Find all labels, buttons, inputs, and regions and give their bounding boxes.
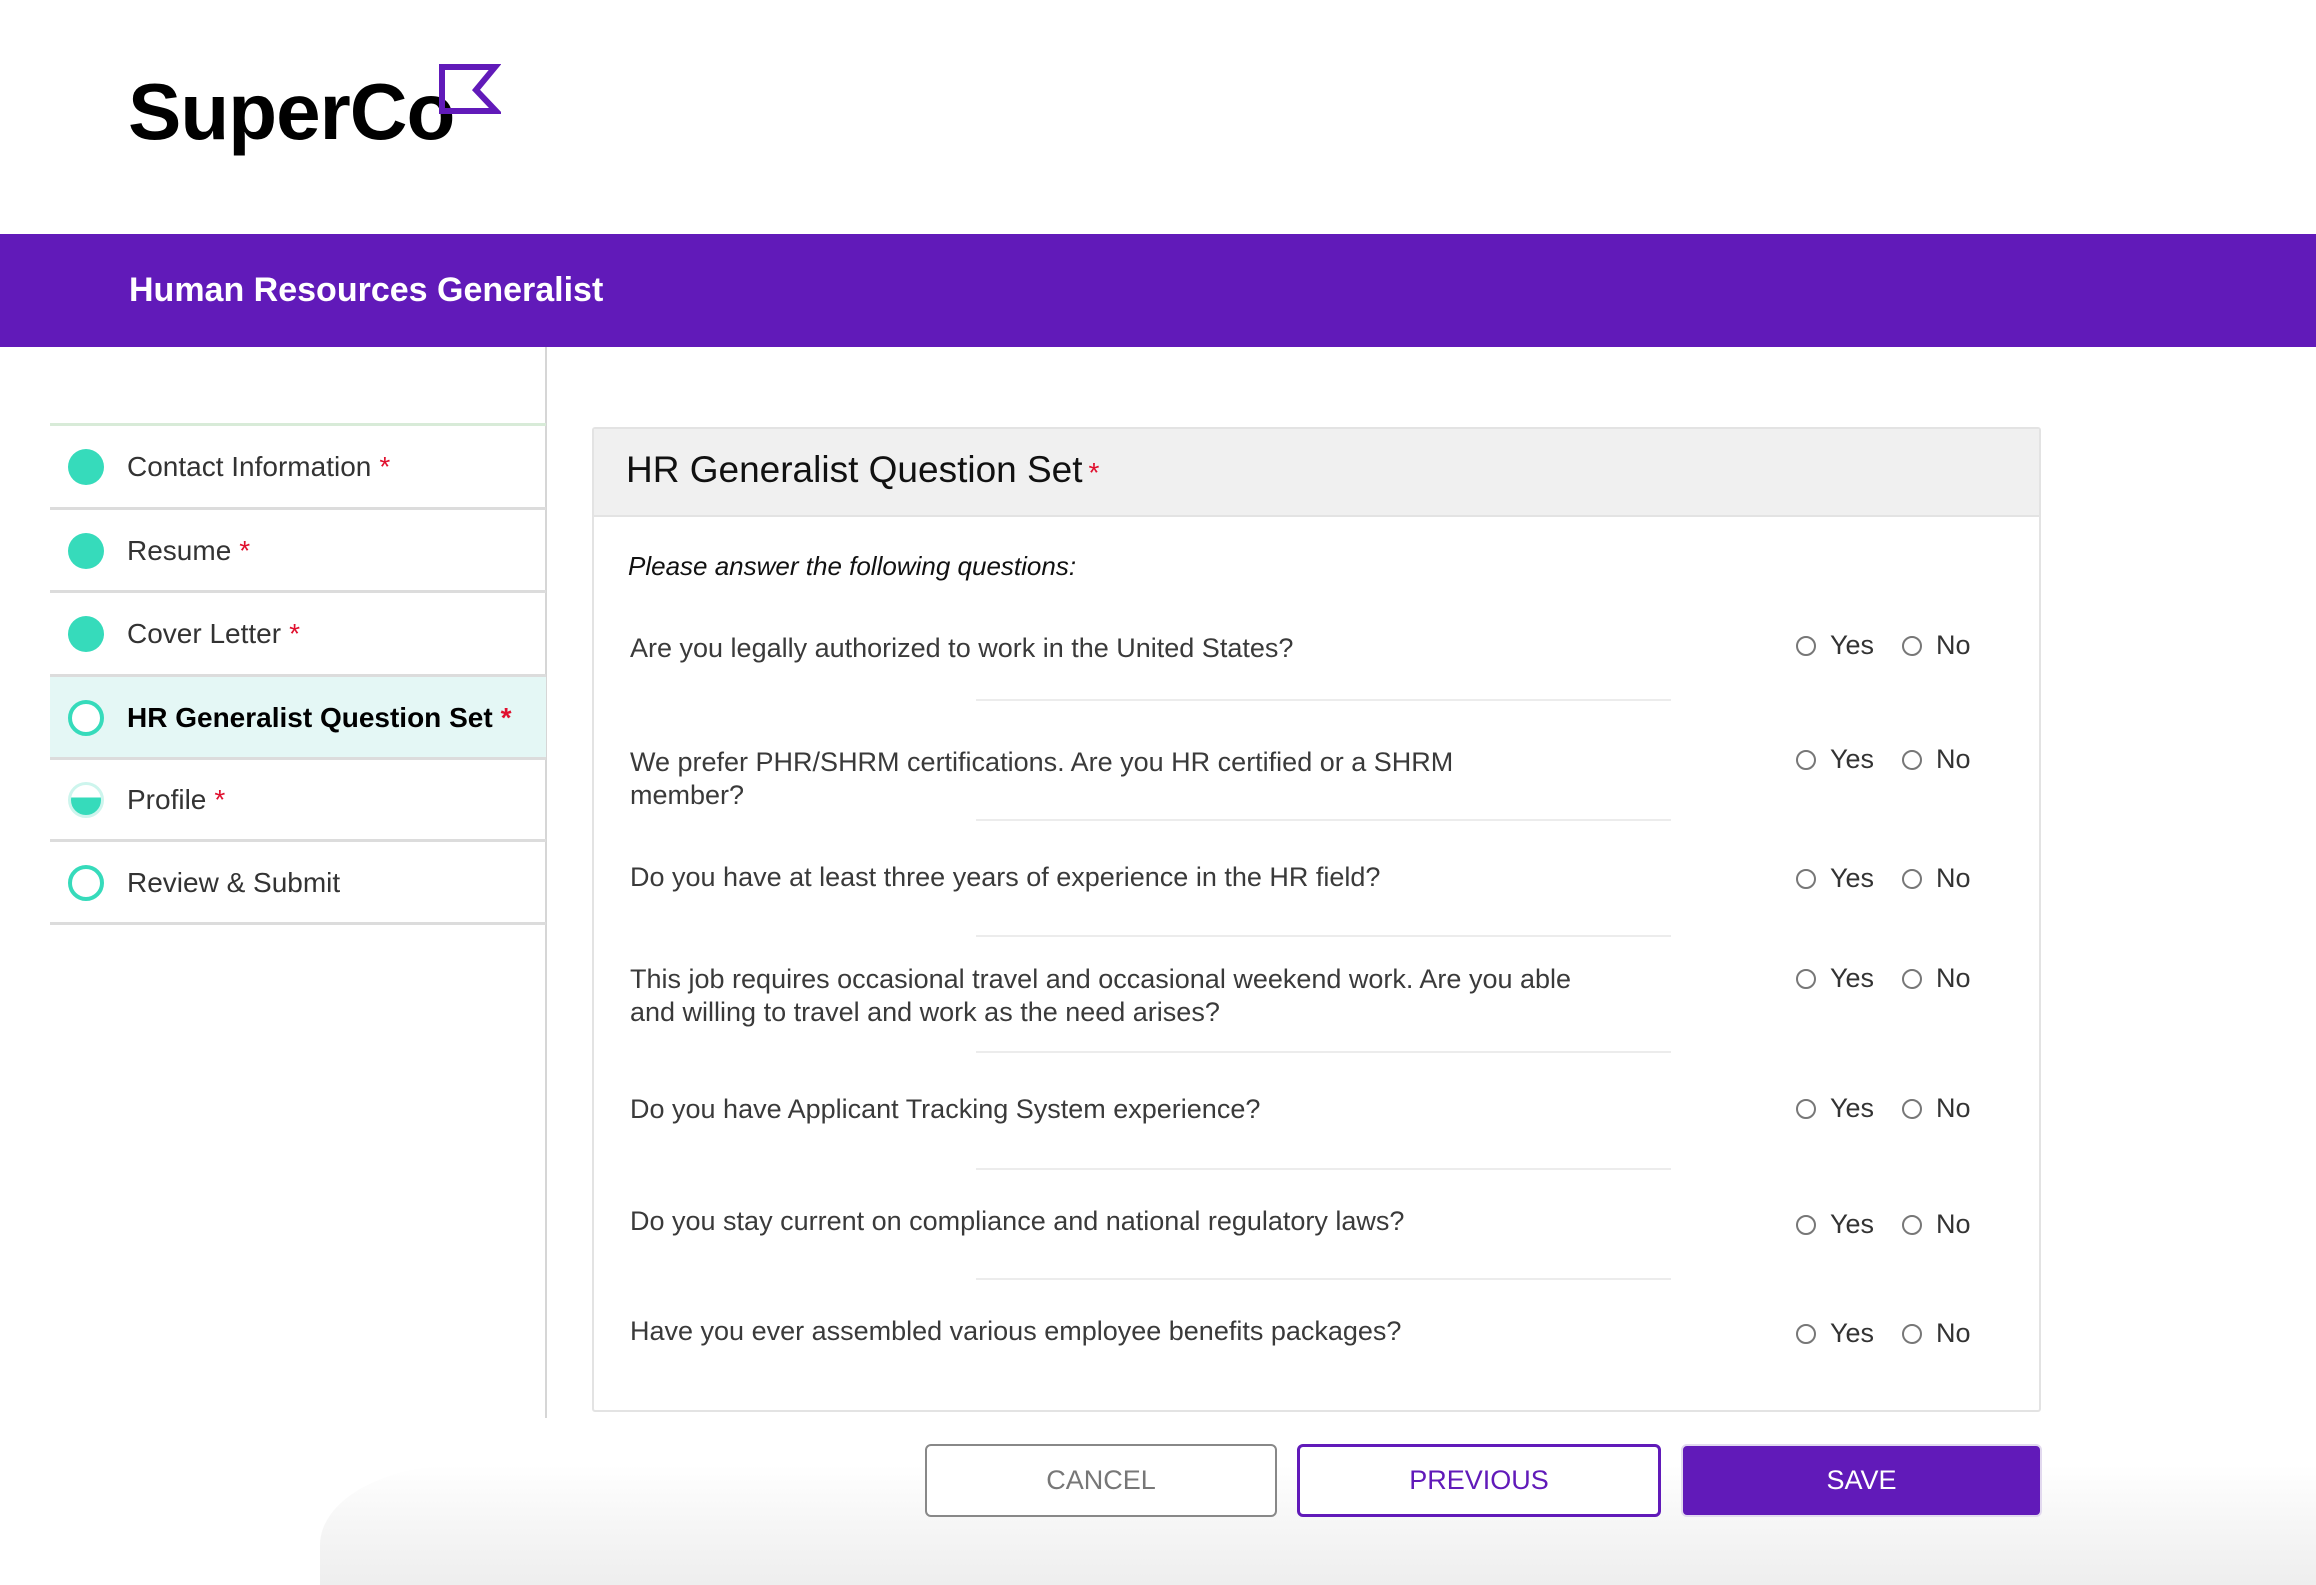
sidebar-item-contact-information[interactable]: Contact Information * <box>50 426 546 508</box>
question-text: Do you have Applicant Tracking System ex… <box>630 1094 1261 1124</box>
question-2-options: Yes No <box>1796 744 1999 775</box>
radio-no-label[interactable]: No <box>1936 1318 1971 1349</box>
radio-yes[interactable] <box>1796 1098 1816 1119</box>
partial-status-icon <box>68 782 104 818</box>
previous-button[interactable]: PREVIOUS <box>1297 1444 1661 1517</box>
sidebar-item-review-submit[interactable]: Review & Submit <box>50 842 546 923</box>
radio-yes-label[interactable]: Yes <box>1830 863 1874 894</box>
radio-yes[interactable] <box>1796 749 1816 770</box>
question-1-options: Yes No <box>1796 630 1999 661</box>
incomplete-status-icon <box>68 864 104 901</box>
question-text: Have you ever assembled various employee… <box>630 1316 1402 1346</box>
radio-yes-label[interactable]: Yes <box>1830 1209 1874 1240</box>
radio-yes[interactable] <box>1796 868 1816 889</box>
complete-status-icon <box>68 616 104 652</box>
radio-no-label[interactable]: No <box>1936 744 1971 775</box>
required-asterisk: * <box>239 534 251 566</box>
radio-yes[interactable] <box>1796 968 1816 989</box>
question-6-options: Yes No <box>1796 1209 1999 1240</box>
divider <box>50 922 546 925</box>
question-text: Do you stay current on compliance and na… <box>630 1206 1405 1236</box>
question-text: Are you legally authorized to work in th… <box>630 633 1294 663</box>
cancel-button[interactable]: CANCEL <box>925 1444 1277 1517</box>
sidebar-item-label: Profile * <box>127 784 226 815</box>
radio-no[interactable] <box>1902 1214 1923 1235</box>
question-text: This job requires occasional travel and … <box>630 964 1572 1027</box>
divider <box>976 1168 1671 1170</box>
complete-status-icon <box>68 532 104 569</box>
sidebar-item-label: Contact Information * <box>127 451 391 482</box>
question-text: Do you have at least three years of expe… <box>630 862 1381 892</box>
complete-status-icon <box>68 449 104 485</box>
sidebar-item-label: Resume * <box>127 534 251 566</box>
radio-no[interactable] <box>1902 1323 1923 1344</box>
job-title: Human Resources Generalist <box>129 271 604 309</box>
radio-yes[interactable] <box>1796 1323 1816 1344</box>
required-asterisk: * <box>379 451 391 482</box>
incomplete-status-icon <box>68 699 104 736</box>
radio-no[interactable] <box>1902 749 1923 770</box>
required-asterisk: * <box>1088 457 1100 488</box>
divider <box>976 1278 1671 1280</box>
radio-no[interactable] <box>1902 968 1923 989</box>
sidebar-item-hr-generalist-question-set[interactable]: HR Generalist Question Set * <box>50 677 546 758</box>
question-7-options: Yes No <box>1796 1318 1999 1349</box>
radio-no[interactable] <box>1902 1098 1923 1119</box>
flag-icon <box>439 64 501 114</box>
question-text: We prefer PHR/SHRM certifications. Are y… <box>630 747 1454 810</box>
radio-no-label[interactable]: No <box>1936 1093 1971 1124</box>
required-asterisk: * <box>500 701 512 733</box>
sidebar-item-resume[interactable]: Resume * <box>50 510 546 591</box>
radio-no-label[interactable]: No <box>1936 1209 1971 1240</box>
question-5-options: Yes No <box>1796 1093 1999 1124</box>
divider <box>976 1051 1671 1053</box>
question-3-options: Yes No <box>1796 863 1999 894</box>
instructions: Please answer the following questions: <box>628 551 1077 581</box>
divider <box>976 935 1671 937</box>
radio-yes-label[interactable]: Yes <box>1830 630 1874 661</box>
radio-no[interactable] <box>1902 635 1923 656</box>
logo-text: SuperCo <box>128 67 455 156</box>
panel-title: HR Generalist Question Set * <box>626 449 1100 490</box>
question-4-options: Yes No <box>1796 963 1999 994</box>
sidebar-item-cover-letter[interactable]: Cover Letter * <box>50 593 546 675</box>
sidebar-item-label: Cover Letter * <box>127 618 300 649</box>
radio-no-label[interactable]: No <box>1936 630 1971 661</box>
radio-yes-label[interactable]: Yes <box>1830 963 1874 994</box>
save-button[interactable]: SAVE <box>1681 1444 2042 1517</box>
radio-yes-label[interactable]: Yes <box>1830 1318 1874 1349</box>
radio-yes-label[interactable]: Yes <box>1830 744 1874 775</box>
radio-no-label[interactable]: No <box>1936 863 1971 894</box>
divider <box>976 699 1671 701</box>
radio-yes-label[interactable]: Yes <box>1830 1093 1874 1124</box>
sidebar-item-label: Review & Submit <box>127 866 341 898</box>
divider <box>976 819 1671 821</box>
radio-yes[interactable] <box>1796 1214 1816 1235</box>
radio-no-label[interactable]: No <box>1936 963 1971 994</box>
radio-yes[interactable] <box>1796 635 1816 656</box>
required-asterisk: * <box>289 618 300 649</box>
required-asterisk: * <box>214 784 226 815</box>
radio-no[interactable] <box>1902 868 1923 889</box>
sidebar-item-label: HR Generalist Question Set * <box>127 701 512 733</box>
sidebar-item-profile[interactable]: Profile * <box>50 760 546 840</box>
